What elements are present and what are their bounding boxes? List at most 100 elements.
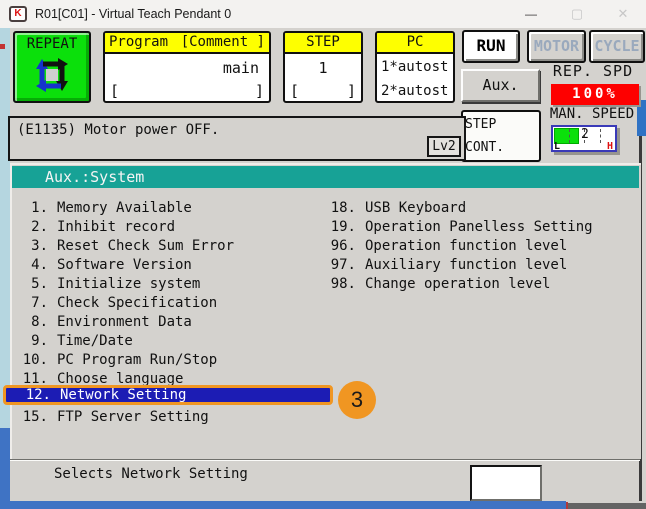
menu-item-memory-available[interactable]: 1. Memory Available	[14, 199, 334, 218]
menu-item-number: 96.	[322, 237, 356, 256]
menu-item-number: 8.	[14, 313, 48, 332]
window-title: R01[C01] - Virtual Teach Pendant 0	[35, 7, 231, 21]
gauge-low-label: L	[554, 141, 560, 152]
menu-item-number: 97.	[322, 256, 356, 275]
menu-item-environment-data[interactable]: 8. Environment Data	[14, 313, 334, 332]
menu-item-ftp-server-setting[interactable]: 15. FTP Server Setting	[14, 408, 334, 427]
aux-menu-title: Aux.:System	[12, 166, 639, 188]
menu-item-number: 15.	[14, 408, 48, 427]
repeat-cycle-icon	[34, 57, 70, 93]
pc-program-1: 1*autost	[377, 54, 453, 78]
menu-item-label: USB Keyboard	[365, 199, 466, 218]
step-panel-header: STEP	[285, 33, 361, 54]
menu-item-label: Change operation level	[365, 275, 550, 294]
menu-item-number: 10.	[14, 351, 48, 370]
menu-item-operation-panelless-setting[interactable]: 19. Operation Panelless Setting	[322, 218, 632, 237]
menu-item-label: Memory Available	[57, 199, 192, 218]
menu-item-pc-program-run-stop[interactable]: 10. PC Program Run/Stop	[14, 351, 334, 370]
left-strip-speck	[0, 44, 5, 49]
menu-item-number: 12.	[17, 385, 51, 405]
maximize-button[interactable]: ▢	[554, 0, 600, 28]
footer-entry-box	[470, 465, 542, 501]
close-button[interactable]: ✕	[600, 0, 646, 28]
menu-item-label: Network Setting	[60, 385, 186, 405]
step-value: 1	[285, 54, 361, 77]
menu-item-change-operation-level[interactable]: 98. Change operation level	[322, 275, 632, 294]
repeat-speed-label: REP. SPD	[545, 62, 641, 80]
menu-item-label: Operation function level	[365, 237, 567, 256]
error-message-text: (E1135) Motor power OFF.	[10, 118, 464, 138]
program-bracket-row: [ ]	[105, 82, 269, 100]
menu-item-number: 18.	[322, 199, 356, 218]
continuous-mode-box: STEP CONT. REP. CONT.	[461, 110, 541, 162]
title-bar: K R01[C01] - Virtual Teach Pendant 0 — ▢…	[0, 0, 646, 28]
menu-item-label: Initialize system	[57, 275, 200, 294]
menu-item-label: Inhibit record	[57, 218, 175, 237]
menu-item-label: Reset Check Sum Error	[57, 237, 234, 256]
menu-item-label: Time/Date	[57, 332, 133, 351]
comment-header-label: [Comment ]	[181, 33, 265, 52]
bracket-close: ]	[347, 82, 356, 100]
step-cont-label: STEP CONT.	[465, 113, 537, 159]
menu-item-network-setting[interactable]: 12. Network Setting	[14, 389, 334, 408]
pc-program-2: 2*autost	[377, 78, 453, 102]
motor-button[interactable]: MOTOR	[527, 30, 586, 63]
bracket-open: [	[290, 82, 299, 100]
menu-item-check-specification[interactable]: 7. Check Specification	[14, 294, 334, 313]
step-bracket-row: [ ]	[285, 82, 361, 100]
cycle-button[interactable]: CYCLE	[589, 30, 645, 63]
menu-item-number: 4.	[14, 256, 48, 275]
menu-item-software-version[interactable]: 4. Software Version	[14, 256, 334, 275]
menu-item-number: 7.	[14, 294, 48, 313]
selection-highlight: 12. Network Setting	[3, 385, 333, 405]
manual-speed-value: 2	[581, 127, 589, 142]
bracket-close: ]	[255, 82, 264, 100]
bottom-dark-strip	[568, 503, 646, 509]
aux-menu-left-column: 1. Memory Available 2. Inhibit record 3.…	[14, 199, 334, 427]
menu-item-label: Software Version	[57, 256, 192, 275]
menu-item-number: 1.	[14, 199, 48, 218]
run-button[interactable]: RUN	[462, 30, 520, 63]
gauge-high-label: H	[607, 141, 613, 152]
aux-menu-right-column: 18. USB Keyboard 19. Operation Panelless…	[322, 199, 632, 294]
menu-item-reset-check-sum-error[interactable]: 3. Reset Check Sum Error	[14, 237, 334, 256]
menu-item-time-date[interactable]: 9. Time/Date	[14, 332, 334, 351]
menu-item-label: Auxiliary function level	[365, 256, 567, 275]
gauge-tick	[569, 129, 570, 143]
menu-item-label: Operation Panelless Setting	[365, 218, 593, 237]
program-panel-header: Program [Comment ]	[105, 33, 269, 54]
minimize-button[interactable]: —	[508, 0, 554, 28]
menu-item-number: 19.	[322, 218, 356, 237]
repeat-speed-value: 100%	[551, 84, 639, 105]
footer-separator	[10, 459, 640, 461]
footer-hint-text: Selects Network Setting	[54, 466, 248, 482]
program-header-label: Program	[109, 33, 168, 52]
menu-item-label: FTP Server Setting	[57, 408, 209, 427]
step-display-panel: STEP 1 [ ]	[283, 31, 363, 103]
menu-item-label: Check Specification	[57, 294, 217, 313]
menu-item-number: 3.	[14, 237, 48, 256]
virtual-teach-pendant-window: K R01[C01] - Virtual Teach Pendant 0 — ▢…	[0, 0, 646, 509]
bottom-background-strip	[0, 501, 566, 509]
menu-item-number: 9.	[14, 332, 48, 351]
gauge-tick	[600, 129, 601, 143]
menu-item-inhibit-record[interactable]: 2. Inhibit record	[14, 218, 334, 237]
menu-item-auxiliary-function-level[interactable]: 97. Auxiliary function level	[322, 256, 632, 275]
program-display-panel: Program [Comment ] main [ ]	[103, 31, 271, 103]
manual-speed-label: MAN. SPEED	[541, 106, 643, 122]
menu-item-operation-function-level[interactable]: 96. Operation function level	[322, 237, 632, 256]
pc-panel-header: PC	[377, 33, 453, 54]
menu-item-number: 98.	[322, 275, 356, 294]
menu-item-usb-keyboard[interactable]: 18. USB Keyboard	[322, 199, 632, 218]
left-background-strip-lower	[0, 428, 10, 509]
menu-item-label: PC Program Run/Stop	[57, 351, 217, 370]
error-message-box: (E1135) Motor power OFF. Lv2	[8, 116, 466, 161]
pc-display-panel: PC 1*autost 2*autost	[375, 31, 455, 103]
repeat-label: REPEAT	[15, 33, 89, 52]
menu-item-label: Environment Data	[57, 313, 192, 332]
aux-button[interactable]: Aux.	[461, 69, 540, 102]
menu-item-number: 2.	[14, 218, 48, 237]
app-icon: K	[9, 6, 27, 22]
repeat-mode-button[interactable]: REPEAT	[13, 31, 91, 103]
menu-item-initialize-system[interactable]: 5. Initialize system	[14, 275, 334, 294]
